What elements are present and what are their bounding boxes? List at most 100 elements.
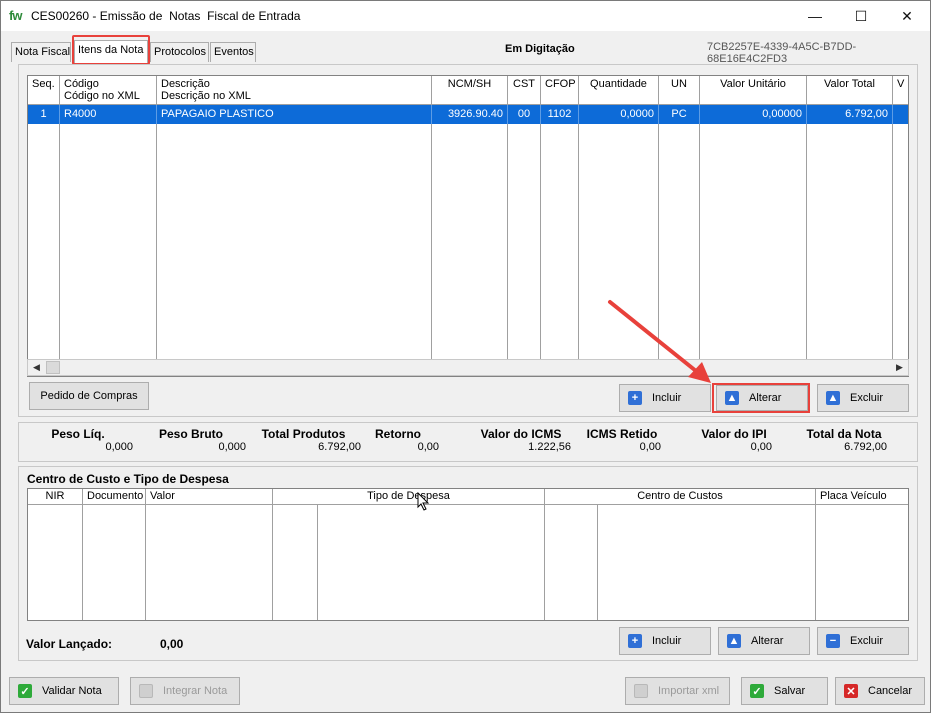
cost-center-title: Centro de Custo e Tipo de Despesa: [27, 472, 229, 486]
checkmark-icon: ✓: [750, 684, 764, 698]
importar-xml-label: Importar xml: [658, 685, 720, 697]
triangle-up-icon: ▲: [727, 634, 741, 648]
col-un-header[interactable]: UN: [659, 76, 700, 105]
col-divider: [806, 124, 807, 360]
incluir-item-button[interactable]: + Incluir: [619, 384, 711, 412]
validar-nota-button[interactable]: ✓ Validar Nota: [9, 677, 119, 705]
pedido-de-compras-button[interactable]: Pedido de Compras: [29, 382, 149, 410]
table-row[interactable]: 1 R4000 PAPAGAIO PLASTICO 3926.90.40 00 …: [28, 105, 908, 124]
tab-protocolos[interactable]: Protocolos: [150, 42, 209, 62]
cell-quantidade: 0,0000: [579, 105, 659, 124]
col-divider: [272, 505, 273, 620]
document-guid: 7CB2257E-4339-4A5C-B7DD-68E16E4C2FD3: [707, 41, 857, 65]
close-button[interactable]: ✕: [884, 1, 930, 31]
app-logo: fw: [9, 8, 22, 23]
excluir-label: Excluir: [850, 392, 884, 404]
valor-lancado-value: 0,00: [160, 637, 184, 651]
cell-codigo: R4000: [60, 105, 157, 124]
col-valor-header[interactable]: Valor: [146, 489, 273, 505]
total-valor-icms: Valor do ICMS 1.222,56: [480, 427, 571, 453]
col-centro-custos-header[interactable]: Centro de Custos: [545, 489, 816, 505]
total-retorno: Retorno 0,00: [375, 427, 439, 453]
pedido-de-compras-label: Pedido de Compras: [40, 390, 138, 402]
cell-seq: 1: [28, 105, 60, 124]
checkmark-icon: ✓: [18, 684, 32, 698]
col-divider: [658, 124, 659, 360]
excluir-despesa-button[interactable]: − Excluir: [817, 627, 909, 655]
col-v-header[interactable]: V: [893, 76, 908, 105]
total-da-nota: Total da Nota 6.792,00: [806, 427, 887, 453]
valor-lancado-label: Valor Lançado:: [26, 637, 113, 651]
minimize-button[interactable]: —: [792, 1, 838, 31]
maximize-button[interactable]: ☐: [838, 1, 884, 31]
col-codigo-header[interactable]: Código Código no XML: [60, 76, 157, 105]
plus-icon: +: [628, 391, 642, 405]
scroll-left-arrow-icon[interactable]: ◀: [28, 360, 45, 375]
window-title: CES00260 - Emissão de Notas Fiscal de En…: [31, 9, 301, 23]
tab-eventos[interactable]: Eventos: [210, 42, 256, 62]
col-descricao-header[interactable]: Descrição Descrição no XML: [157, 76, 432, 105]
col-valor-total-header[interactable]: Valor Total: [807, 76, 893, 105]
scroll-right-arrow-icon[interactable]: ▶: [891, 360, 908, 375]
salvar-label: Salvar: [774, 685, 806, 697]
plus-icon: +: [628, 634, 642, 648]
col-seq-header[interactable]: Seq.: [28, 76, 60, 105]
col-cst-header[interactable]: CST: [508, 76, 541, 105]
status-label: Em Digitação: [505, 43, 575, 55]
cell-v: [893, 105, 908, 124]
main-window: fw CES00260 - Emissão de Notas Fiscal de…: [0, 0, 931, 713]
col-cfop-header[interactable]: CFOP: [541, 76, 579, 105]
col-divider: [815, 505, 816, 620]
col-divider: [540, 124, 541, 360]
col-divider: [892, 124, 893, 360]
col-placa-veiculo-header[interactable]: Placa Veículo: [816, 489, 908, 505]
items-grid-header: Seq. Código Código no XML Descrição Descri…: [28, 76, 908, 105]
incluir-label: Incluir: [652, 635, 682, 647]
importar-xml-button[interactable]: Importar xml: [625, 677, 730, 705]
incluir-despesa-button[interactable]: + Incluir: [619, 627, 711, 655]
total-icms-retido: ICMS Retido 0,00: [586, 427, 661, 453]
col-tipo-despesa-header[interactable]: Tipo de Despesa: [273, 489, 545, 505]
col-divider: [578, 124, 579, 360]
col-valor-unitario-header[interactable]: Valor Unitário: [700, 76, 807, 105]
cost-center-grid[interactable]: NIR Documento Valor Tipo de Despesa Cent…: [27, 488, 909, 621]
cell-valor-unitario: 0,00000: [700, 105, 807, 124]
integrar-nota-button[interactable]: Integrar Nota: [130, 677, 240, 705]
alterar-label: Alterar: [751, 635, 784, 647]
cell-cst: 00: [508, 105, 541, 124]
col-divider: [699, 124, 700, 360]
col-divider: [59, 124, 60, 360]
excluir-item-button[interactable]: ▲ Excluir: [817, 384, 909, 412]
cell-cfop: 1102: [541, 105, 579, 124]
mouse-cursor-icon: [417, 492, 430, 511]
total-produtos: Total Produtos 6.792,00: [261, 427, 361, 453]
col-divider: [431, 124, 432, 360]
cell-ncm: 3926.90.40: [432, 105, 508, 124]
col-quantidade-header[interactable]: Quantidade: [579, 76, 659, 105]
col-documento-header[interactable]: Documento: [83, 489, 146, 505]
cell-un: PC: [659, 105, 700, 124]
col-divider: [317, 505, 318, 620]
integrar-nota-label: Integrar Nota: [163, 685, 228, 697]
cancelar-button[interactable]: ✕ Cancelar: [835, 677, 925, 705]
cancelar-label: Cancelar: [868, 685, 913, 697]
salvar-button[interactable]: ✓ Salvar: [741, 677, 828, 705]
tab-nota-fiscal[interactable]: Nota Fiscal: [11, 42, 71, 62]
col-nir-header[interactable]: NIR: [28, 489, 83, 505]
items-grid[interactable]: Seq. Código Código no XML Descrição Descri…: [27, 75, 909, 377]
col-divider: [507, 124, 508, 360]
minus-icon: ▲: [826, 391, 840, 405]
validar-nota-label: Validar Nota: [42, 685, 102, 697]
minus-icon: −: [826, 634, 840, 648]
total-valor-ipi: Valor do IPI 0,00: [701, 427, 772, 453]
total-peso-liq: Peso Líq. 0,000: [51, 427, 133, 453]
title-bar: fw CES00260 - Emissão de Notas Fiscal de…: [1, 1, 930, 31]
col-divider: [597, 505, 598, 620]
col-ncm-header[interactable]: NCM/SH: [432, 76, 508, 105]
items-horizontal-scrollbar[interactable]: ◀ ▶: [27, 359, 909, 376]
globe-icon: [139, 684, 153, 698]
scroll-thumb[interactable]: [46, 361, 60, 374]
alterar-despesa-button[interactable]: ▲ Alterar: [718, 627, 810, 655]
col-divider: [544, 505, 545, 620]
tab-highlight-annotation: [72, 35, 150, 65]
